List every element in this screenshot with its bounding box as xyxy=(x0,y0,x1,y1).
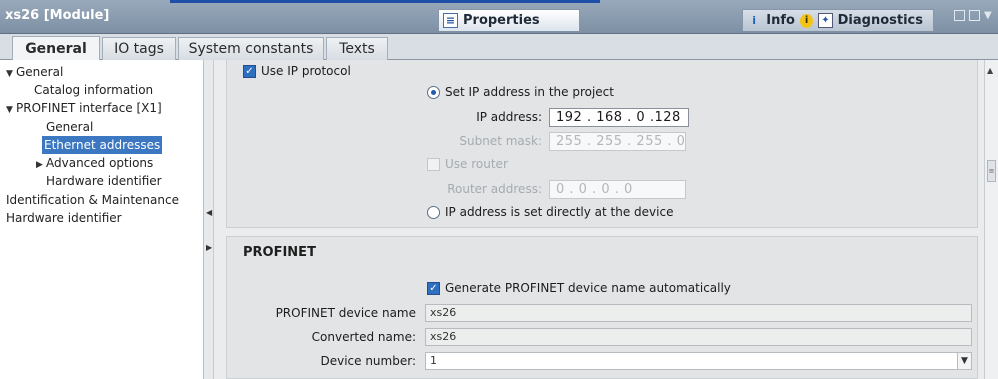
tab-io-tags[interactable]: IO tags xyxy=(102,37,176,60)
nav-item-label: PROFINET interface [X1] xyxy=(16,101,162,115)
expand-open-icon[interactable]: ▼ xyxy=(6,101,16,119)
use-ip-protocol-checkbox[interactable]: ✓ xyxy=(243,65,256,78)
inspector-title-bar: xs26 [Module] ≡ Properties i Info i ✦ Di… xyxy=(0,0,998,34)
nav-item-profinet-interface[interactable]: ▼ PROFINET interface [X1] xyxy=(4,99,164,117)
window-title: xs26 [Module] xyxy=(5,8,110,23)
nav-item-hardware-identifier[interactable]: Hardware identifier xyxy=(4,209,124,227)
router-address-label: Router address: xyxy=(447,182,542,196)
chevron-down-icon[interactable]: ▼ xyxy=(957,353,971,369)
device-number-select[interactable]: 1 ▼ xyxy=(425,352,972,370)
subnet-mask-input[interactable]: 255 . 255 . 255 . 0 xyxy=(549,132,686,151)
converted-name-label: Converted name: xyxy=(311,330,416,344)
diagnostics-icon: ✦ xyxy=(818,13,833,28)
nav-item-ethernet-addresses[interactable]: Ethernet addresses xyxy=(42,136,163,154)
use-router-checkbox[interactable] xyxy=(427,158,440,171)
tab-info-diagnostics: i Info i ✦ Diagnostics xyxy=(742,9,934,31)
use-ip-protocol-label: Use IP protocol xyxy=(261,64,351,78)
pane-splitter[interactable]: ◀ ▶ xyxy=(204,60,214,379)
tab-properties-label: Properties xyxy=(463,13,540,28)
tab-texts[interactable]: Texts xyxy=(326,37,388,60)
ip-address-input[interactable]: 192 . 168 . 0 .128 xyxy=(549,108,689,127)
maximize-icon[interactable] xyxy=(969,10,980,21)
info-icon: i xyxy=(752,14,757,27)
info-warning-icon: i xyxy=(799,13,814,28)
properties-icon: ≡ xyxy=(443,13,458,28)
properties-subtabs: General IO tags System constants Texts xyxy=(0,34,998,61)
window-controls: ▼ xyxy=(954,10,994,21)
scrollbar-thumb[interactable]: ≡ xyxy=(987,160,996,182)
property-navigation-tree: ▼ General Catalog information ▼ PROFINET i… xyxy=(0,60,204,379)
ip-set-at-device-radio[interactable] xyxy=(427,206,440,219)
generate-device-name-label: Generate PROFINET device name automatica… xyxy=(445,281,731,295)
chevron-down-icon[interactable]: ▼ xyxy=(984,10,994,21)
tab-info-label[interactable]: Info xyxy=(766,13,795,28)
collapse-left-icon[interactable]: ◀ xyxy=(206,208,212,217)
ip-address-label: IP address: xyxy=(476,110,542,124)
nav-item-catalog-information[interactable]: Catalog information xyxy=(32,81,155,99)
nav-item-label: Advanced options xyxy=(46,156,154,170)
nav-item-interface-general[interactable]: General xyxy=(44,118,95,136)
set-ip-in-project-radio[interactable] xyxy=(427,86,440,99)
converted-name-input: xs26 xyxy=(425,328,972,346)
scroll-up-icon[interactable]: ▲ xyxy=(987,66,993,75)
tab-diagnostics-label[interactable]: Diagnostics xyxy=(838,13,923,28)
nav-item-interface-hardware-identifier[interactable]: Hardware identifier xyxy=(44,172,164,190)
tab-properties[interactable]: ≡ Properties xyxy=(438,9,580,31)
tab-system-constants[interactable]: System constants xyxy=(178,37,324,60)
tab-general[interactable]: General xyxy=(12,36,100,61)
profinet-device-name-label: PROFINET device name xyxy=(275,306,416,320)
nav-item-general[interactable]: ▼ General xyxy=(4,63,65,81)
nav-item-identification-maintenance[interactable]: Identification & Maintenance xyxy=(4,191,181,209)
profinet-heading: PROFINET xyxy=(243,245,316,260)
nav-item-advanced-options[interactable]: ▶ Advanced options xyxy=(34,154,155,172)
use-router-label: Use router xyxy=(445,157,508,171)
device-number-label: Device number: xyxy=(320,354,416,368)
profinet-device-name-input[interactable]: xs26 xyxy=(425,304,972,322)
device-number-value: 1 xyxy=(430,354,437,367)
collapse-right-icon[interactable]: ▶ xyxy=(206,243,212,252)
set-ip-in-project-label: Set IP address in the project xyxy=(445,85,614,99)
vertical-scrollbar[interactable]: ▲ ≡ xyxy=(984,60,998,379)
generate-device-name-checkbox[interactable]: ✓ xyxy=(427,282,440,295)
router-address-input[interactable]: 0 . 0 . 0 . 0 xyxy=(549,180,686,199)
nav-item-label: General xyxy=(16,65,64,79)
title-accent-bar xyxy=(170,0,600,3)
expand-open-icon[interactable]: ▼ xyxy=(6,65,16,83)
restore-icon[interactable] xyxy=(954,10,965,21)
ip-set-at-device-label: IP address is set directly at the device xyxy=(445,205,674,219)
subnet-mask-label: Subnet mask: xyxy=(459,134,542,148)
